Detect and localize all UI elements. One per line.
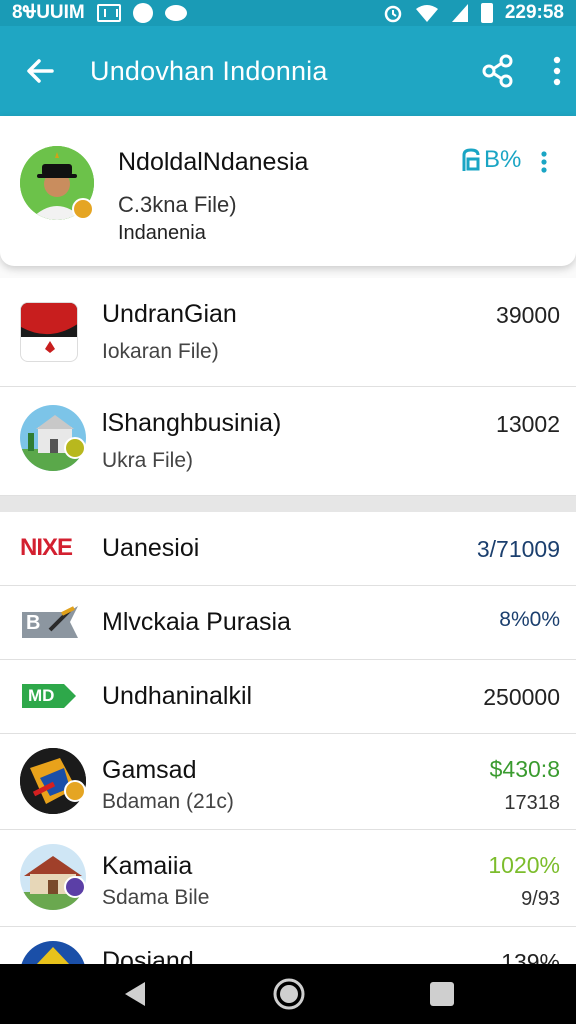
list-item-subtitle: Iokaran File) [102,340,219,363]
list-item-title: Mlvckaia Purasia [102,608,291,636]
nike-logo: NIXE [20,534,73,561]
overflow-menu-button[interactable] [552,55,562,87]
list-item-title: UndranGian [102,300,237,328]
flag-app-icon [20,302,78,362]
list-item-subtitle: Bdaman (21c) [102,790,234,813]
list-item[interactable]: NIXE Uanesioi 3/71009 [0,512,576,586]
share-icon [482,54,513,88]
signal-icon [451,4,468,22]
tag-logo-icon: B [20,604,80,640]
green-tag-text: MD [28,686,55,705]
list-item-title: lShanghbusinia) [102,409,282,437]
list-item[interactable]: Gamsad Bdaman (21c) $430:8 17318 [0,734,576,830]
back-triangle-icon [125,982,146,1006]
status-badge [64,780,86,802]
profile-percent-text: B% [484,146,522,173]
chart-icon [462,148,480,171]
list-item-secondary-value: 17318 [504,792,560,814]
green-tag-logo: MD [20,682,78,710]
status-badge [64,876,86,898]
notification-box-icon [96,4,121,22]
nav-recents-button[interactable] [429,981,455,1007]
battery-icon [480,3,493,23]
profile-percent[interactable]: B% [460,146,521,174]
app-bar: Undovhan Indonnia [0,26,576,116]
chat-icon [164,5,187,21]
file-list: UndranGian Iokaran File) 39000 lShanghbu… [0,278,576,1007]
list-item-value: 3/71009 [476,536,560,562]
nav-back-button[interactable] [121,979,149,1009]
app-actions [480,54,562,88]
list-item-value: 8%0% [499,608,560,631]
profile-location: Indanenia [118,222,206,244]
page-title: Undovhan Indonnia [90,55,328,86]
profile-card[interactable]: NdoldalNdanesia C.3kna File) Indanenia B… [0,116,576,266]
verified-badge [72,198,94,220]
back-button[interactable] [24,55,56,87]
list-item-value: 250000 [483,684,560,710]
section-divider [0,496,576,512]
list-item[interactable]: B Mlvckaia Purasia 8%0% [0,586,576,660]
list-item[interactable]: Kamaiia Sdama Bile 1020% 9/93 [0,830,576,927]
notification-circle-icon [132,3,153,23]
status-bar: 8ᏠUUIM 229:58 [0,0,576,26]
list-item-subtitle: Ukra File) [102,449,194,472]
home-circle-icon [273,978,305,1010]
list-item-value: 13002 [496,411,560,437]
list-item-subtitle: Sdama Bile [102,886,210,909]
alarm-icon [384,5,402,23]
list-item-title: Undhaninalkil [102,682,253,710]
more-vert-icon [541,151,547,173]
system-nav-bar [0,964,576,1024]
status-left-text: 8ᏠUUIM [12,2,85,23]
list-item-secondary-value: 9/93 [521,888,560,910]
flag-icon [21,303,77,353]
list-item[interactable]: MD Undhaninalkil 250000 [0,660,576,734]
status-time: 229:58 [504,2,564,23]
list-item-title: Uanesioi [102,534,200,562]
wifi-icon [415,5,438,22]
list-item-value: $430:8 [489,756,560,782]
recents-square-icon [429,982,454,1006]
status-left: 8ᏠUUIM [12,2,187,24]
list-item-title: Kamaiia [102,852,193,880]
profile-more-button[interactable] [540,150,548,174]
list-item-value: 39000 [496,302,560,328]
nav-home-button[interactable] [272,977,306,1011]
profile-subtitle: C.3kna File) [118,192,237,217]
list-item[interactable]: UndranGian Iokaran File) 39000 [0,278,576,387]
back-arrow-icon [27,59,54,83]
list-item-title: Gamsad [102,756,197,784]
list-item-value: 1020% [488,852,560,878]
more-vert-icon [553,56,561,86]
status-badge [64,437,86,459]
tag-logo-text: B [26,612,41,634]
list-item[interactable]: lShanghbusinia) Ukra File) 13002 [0,387,576,496]
status-right: 229:58 [383,2,564,24]
profile-name: NdoldalNdanesia [118,148,309,176]
share-button[interactable] [480,54,514,88]
